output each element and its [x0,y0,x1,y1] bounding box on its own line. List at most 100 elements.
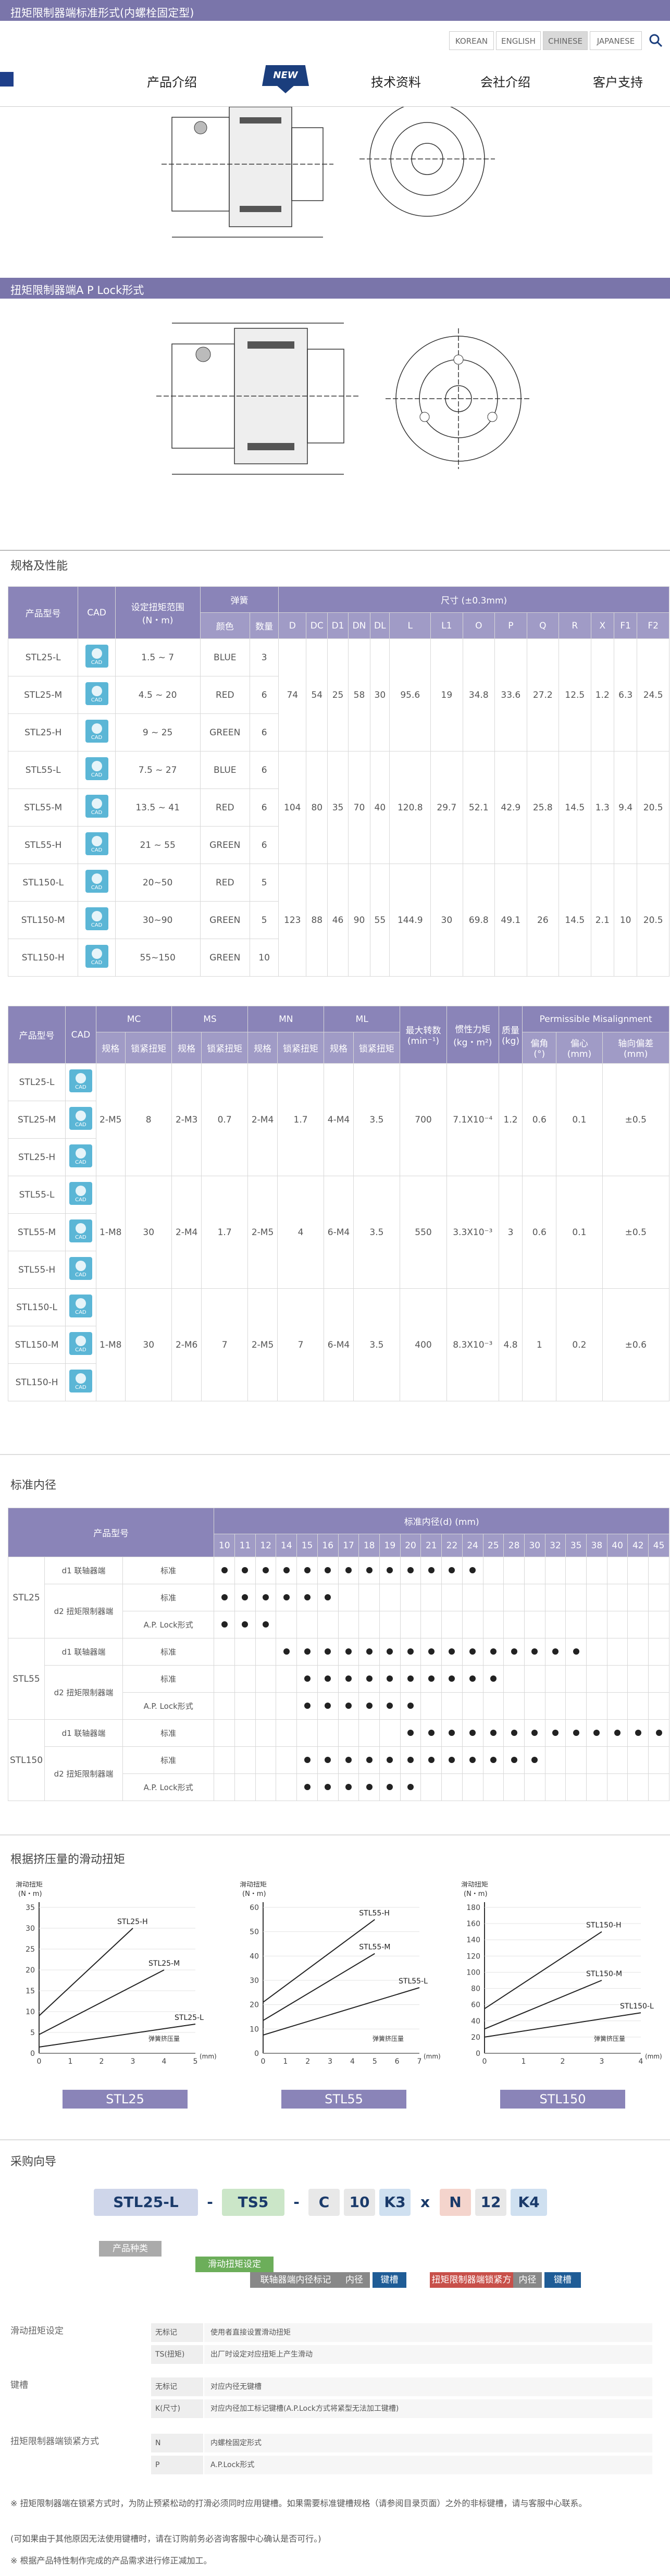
th-bore-size: 32 [544,1534,566,1557]
cad-icon-cell[interactable] [65,1101,96,1139]
cad-icon[interactable] [85,795,108,818]
cad-icon[interactable] [85,757,108,780]
lang-japanese[interactable]: JAPANESE [590,31,642,50]
cell-color: RED [200,788,250,827]
spec-title: 规格及性能 [10,560,68,573]
cad-icon-cell[interactable] [78,676,116,714]
cad-icon[interactable] [69,1069,92,1092]
nav-products[interactable]: 产品介绍 [147,72,197,90]
cell-perf: 0.1 [556,1063,603,1176]
bore-cell [606,1584,628,1611]
order-code-part: - [293,2193,300,2211]
available-dot [325,1783,331,1790]
available-dot [614,1729,621,1736]
cad-icon[interactable] [69,1370,92,1392]
bore-cell [482,1773,504,1801]
cad-icon[interactable] [69,1182,92,1205]
bore-cell [627,1584,649,1611]
cad-icon-cell[interactable] [65,1363,96,1401]
cad-icon[interactable] [85,720,108,743]
th-bore-size: 18 [358,1534,380,1557]
bore-cell [317,1746,339,1774]
x-tick-label: 0 [37,2057,42,2066]
cell-torque: 1.5 ~ 7 [115,638,201,676]
bore-cell [503,1746,525,1774]
bore-cell [544,1584,566,1611]
nav-company[interactable]: 会社介绍 [480,72,530,90]
logo-icon[interactable] [0,72,14,87]
cad-icon[interactable] [69,1332,92,1355]
available-dot [304,1648,311,1655]
cad-icon[interactable] [69,1144,92,1167]
cad-icon-cell[interactable] [65,1288,96,1326]
cad-icon-cell[interactable] [65,1251,96,1289]
y-axis-label: 滑动扭矩 [16,1881,43,1889]
cad-icon-cell[interactable] [78,713,116,751]
cell-model: STL55-H [7,1251,66,1289]
cad-icon-cell[interactable] [65,1326,96,1364]
cad-icon[interactable] [69,1219,92,1242]
bore-cell [276,1773,297,1801]
cad-icon[interactable] [85,832,108,855]
bore-cell [441,1692,463,1720]
lang-chinese[interactable]: CHINESE [543,31,588,50]
cad-icon-cell[interactable] [78,751,116,789]
cell-torque: 9 ~ 25 [115,713,201,751]
cell-dim: 33.6 [494,638,527,751]
bore-cell [565,1746,587,1774]
th-cad: CAD [78,586,116,639]
cad-icon-cell[interactable] [65,1213,96,1251]
bore-cell [234,1584,256,1611]
cad-icon[interactable] [69,1295,92,1317]
divider [0,1834,670,1835]
nav-tech-data[interactable]: 技术资料 [371,72,421,90]
cad-icon[interactable] [85,907,108,930]
bore-cell [255,1638,277,1666]
cad-icon-cell[interactable] [78,939,116,977]
bore-cell [524,1638,545,1666]
lang-english[interactable]: ENGLISH [496,31,541,50]
cad-icon[interactable] [85,645,108,668]
chart-label-stl150: STL150 [500,2090,625,2109]
cad-icon-cell[interactable] [78,826,116,864]
bore-cell [214,1665,235,1693]
cad-icon[interactable] [85,682,108,705]
cad-icon[interactable] [85,945,108,968]
bore-cell [400,1557,421,1584]
divider [0,2139,670,2140]
cad-icon[interactable] [85,870,108,893]
cell-qty: 3 [249,638,279,676]
search-icon[interactable] [649,33,663,48]
bore-cell [462,1638,483,1666]
th-bore-size: 17 [338,1534,359,1557]
y-tick-label: 35 [26,1904,35,1912]
cell-model: STL55-M [7,788,79,827]
bore-title: 标准内径 [10,1479,57,1492]
bore-cell [627,1557,649,1584]
cad-icon-cell[interactable] [78,901,116,939]
cad-icon-cell[interactable] [78,638,116,676]
cad-icon-cell[interactable] [65,1063,96,1101]
th-lock-torque: 锁紧扭矩 [201,1032,249,1064]
x-tick-label: 6 [395,2057,400,2066]
th-bore-size: 42 [627,1534,649,1557]
cad-icon[interactable] [69,1107,92,1130]
cad-icon-cell[interactable] [65,1176,96,1214]
available-dot [469,1729,476,1736]
bore-cell [606,1665,628,1693]
bore-cell [648,1584,669,1611]
nav-support[interactable]: 客户支持 [593,72,643,90]
bore-cell [441,1746,463,1774]
lang-korean[interactable]: KOREAN [449,31,494,50]
series-line [39,1928,133,2016]
cad-icon-cell[interactable] [65,1138,96,1176]
th-dim-col: F1 [613,612,638,639]
available-dot [325,1756,331,1763]
cad-icon[interactable] [69,1257,92,1280]
cad-icon-cell[interactable] [78,788,116,827]
available-dot [490,1729,497,1736]
cad-icon-cell[interactable] [78,864,116,902]
bore-cell [482,1584,504,1611]
cell-dim: 80 [306,751,328,864]
bore-cell [606,1746,628,1774]
